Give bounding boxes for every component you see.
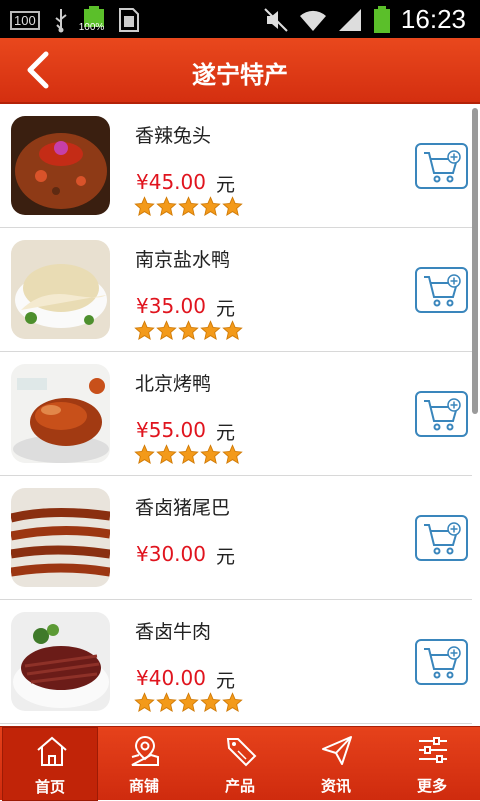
- add-to-cart-button[interactable]: [415, 267, 468, 313]
- rating-stars: [134, 444, 243, 466]
- product-price: ¥30.00: [136, 542, 206, 566]
- product-image[interactable]: [11, 240, 110, 339]
- product-price: ¥40.00: [136, 666, 206, 690]
- price-unit: 元: [216, 174, 236, 196]
- home-icon: [37, 736, 67, 766]
- app-header: 遂宁特产: [0, 38, 480, 104]
- star-icon: [178, 444, 199, 465]
- tab-shops[interactable]: 商铺: [96, 727, 192, 801]
- star-icon: [200, 320, 221, 341]
- star-icon: [200, 692, 221, 713]
- battery-icon: [373, 5, 390, 33]
- star-icon: [156, 692, 177, 713]
- status-bar: 100 100% 16:23: [0, 0, 480, 38]
- shop-map-icon: [131, 735, 159, 766]
- star-icon: [222, 320, 243, 341]
- scrollbar[interactable]: [472, 108, 478, 414]
- bottom-tab-bar: 首页 商铺 产品 资讯 更多: [0, 726, 480, 801]
- tab-label: 商铺: [128, 777, 159, 795]
- star-icon: [134, 196, 155, 217]
- add-to-cart-button[interactable]: [415, 391, 468, 437]
- product-list[interactable]: 香辣兔头 ¥45.00 元 南京盐水鸭 ¥35.00 元 北京烤鸭 ¥55.00…: [0, 104, 480, 726]
- product-name[interactable]: 香辣兔头: [135, 121, 211, 148]
- price-unit: 元: [216, 422, 236, 444]
- star-icon: [222, 692, 243, 713]
- signal-icon: [338, 8, 361, 31]
- battery-full-icon: 100%: [78, 6, 106, 34]
- battery-percent-text: 100%: [78, 22, 105, 33]
- product-image[interactable]: [11, 116, 110, 215]
- add-to-cart-button[interactable]: [415, 515, 468, 561]
- star-icon: [156, 196, 177, 217]
- product-row-3[interactable]: 香卤猪尾巴 ¥30.00 元: [0, 476, 472, 600]
- wifi-icon: [299, 10, 326, 31]
- product-image[interactable]: [11, 364, 110, 463]
- tab-products[interactable]: 产品: [192, 727, 288, 801]
- cart-add-icon: [424, 646, 461, 679]
- sim-card-icon: [118, 8, 139, 32]
- tab-more[interactable]: 更多: [384, 727, 480, 801]
- product-name[interactable]: 香卤牛肉: [135, 617, 211, 644]
- tab-label: 首页: [34, 778, 65, 796]
- cart-add-icon: [424, 398, 461, 431]
- cart-add-icon: [424, 522, 461, 555]
- star-icon: [134, 444, 155, 465]
- tab-label: 资讯: [320, 777, 351, 795]
- product-row-2[interactable]: 北京烤鸭 ¥55.00 元: [0, 352, 472, 476]
- product-row-0[interactable]: 香辣兔头 ¥45.00 元: [0, 104, 472, 228]
- usb-icon: [55, 9, 67, 33]
- star-icon: [134, 320, 155, 341]
- star-icon: [178, 320, 199, 341]
- star-icon: [156, 320, 177, 341]
- cart-add-icon: [424, 274, 461, 307]
- star-icon: [200, 444, 221, 465]
- add-to-cart-button[interactable]: [415, 639, 468, 685]
- tab-label: 更多: [416, 777, 447, 795]
- tab-home[interactable]: 首页: [2, 727, 98, 801]
- star-icon: [200, 196, 221, 217]
- price-unit: 元: [216, 546, 236, 568]
- star-icon: [222, 444, 243, 465]
- price-unit: 元: [216, 670, 236, 692]
- add-to-cart-button[interactable]: [415, 143, 468, 189]
- page-title: 遂宁特产: [192, 61, 288, 89]
- star-icon: [178, 196, 199, 217]
- rating-stars: [134, 196, 243, 218]
- product-name[interactable]: 南京盐水鸭: [135, 245, 230, 272]
- clock: 16:23: [400, 4, 466, 34]
- tab-news[interactable]: 资讯: [288, 727, 384, 801]
- star-icon: [156, 444, 177, 465]
- sale-tag-icon: [226, 738, 257, 767]
- price-unit: 元: [216, 298, 236, 320]
- product-row-1[interactable]: 南京盐水鸭 ¥35.00 元: [0, 228, 472, 352]
- cart-add-icon: [424, 150, 461, 183]
- battery-level-icon: 100: [10, 10, 40, 30]
- product-name[interactable]: 北京烤鸭: [135, 369, 211, 396]
- rating-stars: [134, 692, 243, 714]
- paper-plane-icon: [322, 736, 352, 765]
- tab-label: 产品: [224, 777, 255, 795]
- star-icon: [134, 692, 155, 713]
- product-price: ¥55.00: [136, 418, 206, 442]
- product-row-4[interactable]: 香卤牛肉 ¥40.00 元: [0, 600, 472, 724]
- rating-stars: [134, 320, 243, 342]
- product-image[interactable]: [11, 612, 110, 711]
- sliders-icon: [419, 737, 447, 763]
- product-price: ¥35.00: [136, 294, 206, 318]
- star-icon: [178, 692, 199, 713]
- mute-icon: [264, 7, 288, 32]
- product-price: ¥45.00: [136, 170, 206, 194]
- product-name[interactable]: 香卤猪尾巴: [135, 493, 230, 520]
- product-image[interactable]: [11, 488, 110, 587]
- star-icon: [222, 196, 243, 217]
